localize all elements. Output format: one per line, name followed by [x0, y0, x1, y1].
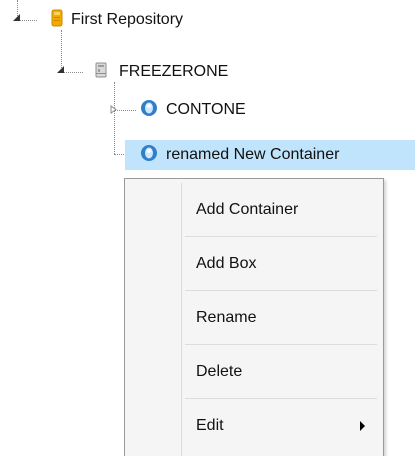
menu-item-rename[interactable]: Rename [183, 291, 377, 344]
menu-item-label: Delete [196, 362, 243, 380]
tree-node-label: CONTONE [166, 101, 246, 118]
menu-item-delete[interactable]: Delete [183, 345, 377, 398]
expand-arrow-icon[interactable] [12, 13, 21, 22]
container-icon [140, 99, 158, 122]
submenu-arrow-icon [360, 420, 365, 431]
collapsed-arrow-icon[interactable] [109, 105, 118, 114]
expand-arrow-icon[interactable] [56, 65, 65, 74]
menu-item-label: Edit [196, 416, 224, 434]
repository-icon [51, 9, 63, 32]
menu-item-edit[interactable]: Edit [183, 399, 377, 452]
context-menu: Add Container Add Box Rename Delete Edit [124, 178, 384, 456]
tree-node-label: First Repository [71, 11, 184, 28]
menu-item-add-box[interactable]: Add Box [183, 237, 377, 290]
menu-item-label: Add Box [196, 254, 257, 272]
tree-node-label: FREEZERONE [119, 63, 229, 80]
menu-icon-gutter [181, 183, 182, 456]
tree-node-freezerone[interactable]: FREEZERONE [95, 59, 228, 85]
tree-node-first-repository[interactable]: First Repository [51, 7, 183, 33]
tree-node-renamed-new-container[interactable]: renamed New Container [125, 140, 415, 170]
freezer-icon [95, 62, 107, 83]
tree-view: First Repository FREEZERONE CONTONE rena… [0, 0, 416, 456]
menu-item-add-container[interactable]: Add Container [183, 183, 377, 236]
menu-item-label: Rename [196, 308, 257, 326]
container-icon [140, 144, 158, 167]
tree-node-label: renamed New Container [166, 146, 340, 163]
menu-item-label: Add Container [196, 200, 299, 218]
tree-connector [114, 82, 115, 154]
tree-node-contone[interactable]: CONTONE [140, 97, 246, 123]
